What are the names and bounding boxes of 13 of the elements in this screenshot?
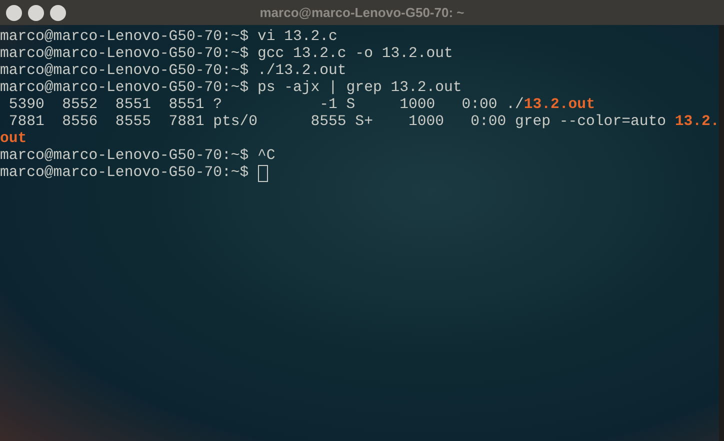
terminal-line: marco@marco-Lenovo-G50-70:~$ vi 13.2.c	[0, 29, 338, 46]
terminal-line: marco@marco-Lenovo-G50-70:~$ gcc 13.2.c -o 13.2.out	[0, 46, 453, 63]
terminal-line: marco@marco-Lenovo-G50-70:~$	[0, 165, 250, 182]
maximize-button[interactable]	[50, 4, 66, 20]
terminal-line: out	[0, 131, 27, 148]
window-title: marco@marco-Lenovo-G50-70: ~	[260, 4, 464, 22]
terminal-line: 7881 8556 8555 7881 pts/0 8555 S+ 1000 0:00 grep --color=auto 13.2.	[8, 114, 720, 131]
terminal-line: marco@marco-Lenovo-G50-70:~$ ps -ajx | grep 13.2.out	[0, 80, 462, 97]
close-button[interactable]	[6, 4, 22, 20]
terminal-line: marco@marco-Lenovo-G50-70:~$ ^C	[0, 148, 276, 165]
terminal-line: 5390 8552 8551 8551 ? -1 S 1000 0:00 ./13.2.out	[8, 97, 595, 114]
terminal-line: marco@marco-Lenovo-G50-70:~$ ./13.2.out	[0, 63, 346, 80]
minimize-button[interactable]	[28, 4, 44, 20]
